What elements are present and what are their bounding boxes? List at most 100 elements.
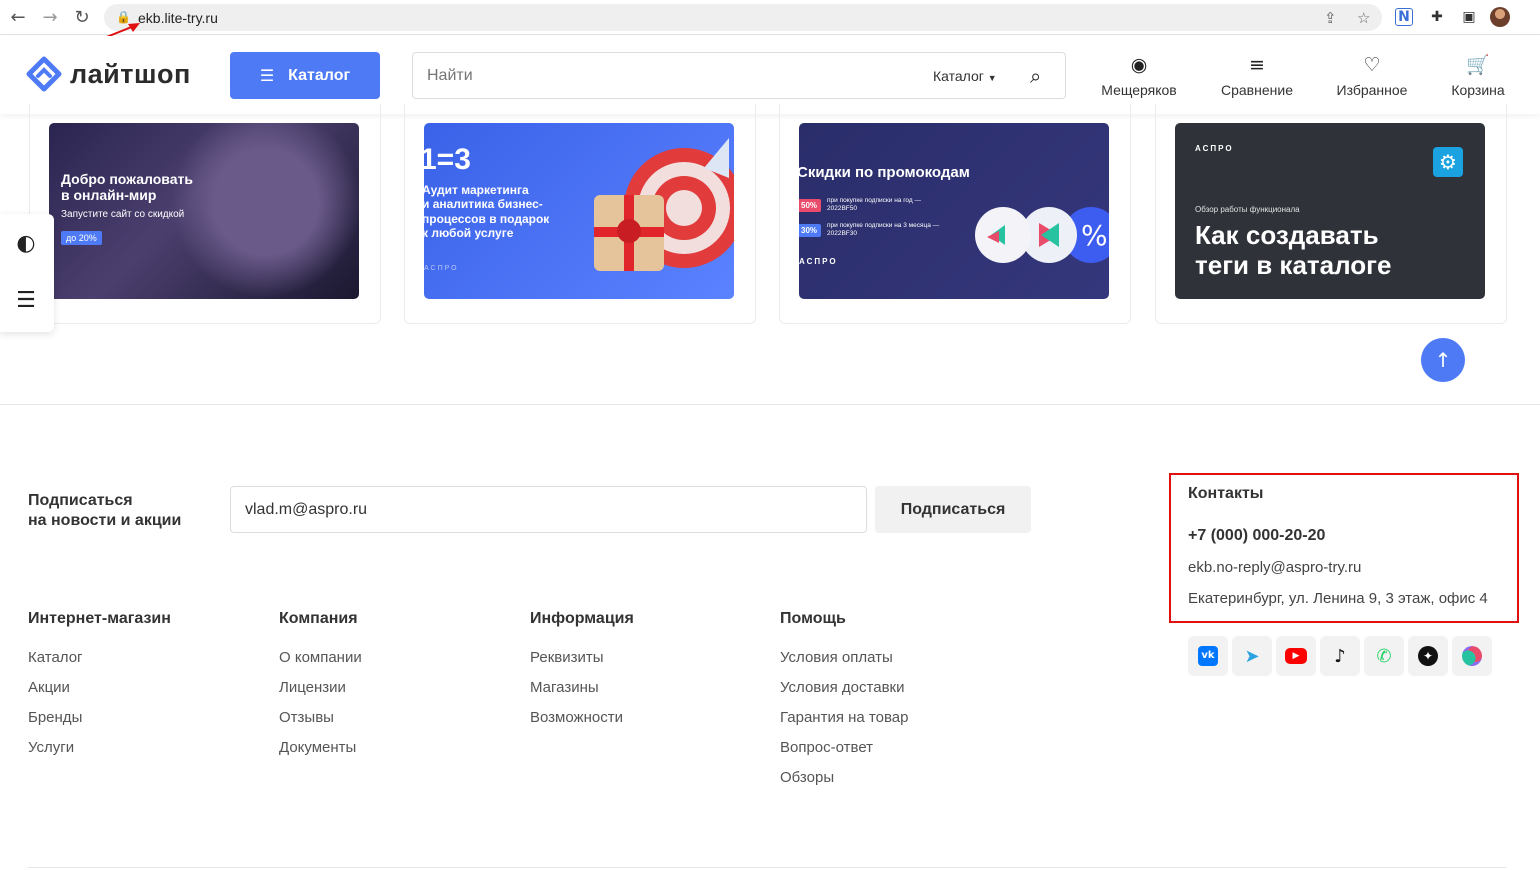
search-bar: Каталог ▼ ⌕ [412, 52, 1066, 99]
banner-audit[interactable]: 1=3 Аудит маркетинга и аналитика бизнес-… [424, 123, 734, 299]
header-account[interactable]: ◉ Мещеряков [1098, 54, 1180, 98]
catalog-button[interactable]: ☰ Каталог [230, 52, 380, 99]
subscribe-label: Подписаться на новости и акции [28, 491, 181, 531]
footer-link[interactable]: Документы [279, 739, 362, 769]
bookmark-star-icon[interactable]: ☆ [1357, 9, 1370, 27]
footer-bottom-divider [28, 867, 1506, 868]
footer-link[interactable]: Бренды [28, 709, 171, 739]
side-panel-icon[interactable]: ▣ [1458, 6, 1480, 28]
banner-tags[interactable]: АСПРО ⚙ Обзор работы функционала Как соз… [1175, 123, 1485, 299]
footer-column-title[interactable]: Компания [279, 610, 362, 628]
heart-icon: ♡ [1363, 54, 1381, 76]
banner-2-line4: к любой услуге [424, 226, 514, 241]
footer-link[interactable]: Акции [28, 679, 171, 709]
banner-2-line3: процессов в подарок [424, 211, 550, 226]
footer-link[interactable]: Услуги [28, 739, 171, 769]
footer-link[interactable]: Возможности [530, 709, 634, 739]
footer-column-title[interactable]: Помощь [780, 610, 908, 628]
logo-text: лайтшоп [70, 58, 191, 89]
banner-1-title: Добро пожаловать в онлайн-мир [61, 171, 193, 203]
footer-link[interactable]: Лицензии [279, 679, 362, 709]
back-icon[interactable]: ← [6, 6, 30, 30]
social-links: vk ➤ ▶ ♪ ✆ ✦ [1188, 636, 1492, 676]
extensions-puzzle-icon[interactable]: ✚ [1426, 6, 1448, 28]
target-gift-illustration [594, 138, 734, 271]
caret-down-icon: ▼ [987, 73, 997, 83]
forward-icon[interactable]: → [38, 6, 62, 30]
search-input[interactable] [427, 67, 907, 85]
banner-card-3[interactable]: Скидки по промокодам 50% при покупке под… [779, 104, 1131, 324]
footer-column-help: Помощь Условия оплаты Условия доставки Г… [780, 610, 908, 799]
banner-1-badge: до 20% [61, 231, 102, 245]
footer-column-title[interactable]: Информация [530, 610, 634, 628]
whatsapp-icon[interactable]: ✆ [1364, 636, 1404, 676]
banner-2-text: Аудит маркетинга и аналитика бизнес- про… [424, 183, 549, 241]
user-icon: ◉ [1130, 54, 1148, 76]
banner-3-brand: АСПРО [799, 257, 838, 266]
side-floating-panel: ◐ ☰ [0, 214, 54, 332]
banner-3-promo1-text: при покупке подписки на год — 2022BF50 [827, 197, 922, 213]
banner-card-2[interactable]: 1=3 Аудит маркетинга и аналитика бизнес-… [404, 104, 756, 324]
vk-icon[interactable]: vk [1188, 636, 1228, 676]
banner-4-brand: АСПРО [1195, 144, 1234, 153]
odnoklassniki-icon[interactable] [1452, 636, 1492, 676]
zen-icon[interactable]: ✦ [1408, 636, 1448, 676]
search-icon[interactable]: ⌕ [1030, 64, 1041, 88]
header-favorites[interactable]: ♡ Избранное [1333, 54, 1411, 98]
header-cart-label: Корзина [1451, 82, 1505, 98]
footer-column-shop: Интернет-магазин Каталог Акции Бренды Ус… [28, 610, 171, 769]
footer-link[interactable]: Гарантия на товар [780, 709, 908, 739]
extension-n-icon[interactable]: N [1395, 8, 1413, 26]
subscribe-button[interactable]: Подписаться [875, 486, 1031, 533]
promo-circles-illustration: % [975, 207, 1109, 263]
footer-link[interactable]: Реквизиты [530, 649, 634, 679]
svg-text:%: % [1081, 219, 1108, 252]
subscribe-label-line2: на новости и акции [28, 512, 182, 529]
address-bar[interactable]: 🔒 ekb.lite-try.ru ⇪ ☆ [104, 4, 1382, 31]
tiktok-icon[interactable]: ♪ [1320, 636, 1360, 676]
footer-link[interactable]: Отзывы [279, 709, 362, 739]
banner-3-promo2-text: при покупке подписки на 3 месяца — 2022B… [827, 222, 940, 238]
contacts-phone[interactable]: +7 (000) 000-20-20 [1188, 527, 1325, 545]
banner-3-promo2-pct: 30% [799, 224, 822, 237]
youtube-icon[interactable]: ▶ [1276, 636, 1316, 676]
footer-column-title[interactable]: Интернет-магазин [28, 610, 171, 628]
header-cart[interactable]: 🛒 Корзина [1448, 54, 1508, 98]
scroll-to-top-button[interactable]: ↑ [1421, 338, 1465, 382]
footer-column-company: Компания О компании Лицензии Отзывы Доку… [279, 610, 362, 769]
footer-link[interactable]: Вопрос-ответ [780, 739, 908, 769]
accessibility-icon[interactable]: ◐ [12, 230, 40, 258]
contacts-email[interactable]: ekb.no-reply@aspro-try.ru [1188, 559, 1361, 576]
footer-link[interactable]: Обзоры [780, 769, 908, 799]
banner-welcome[interactable]: Добро пожаловать в онлайн-мир Запустите … [49, 123, 359, 299]
search-scope-select[interactable]: Каталог ▼ [933, 68, 997, 84]
logo-mark-icon [26, 56, 62, 92]
banner-card-1[interactable]: Добро пожаловать в онлайн-мир Запустите … [29, 104, 381, 324]
site-logo[interactable]: лайтшоп [26, 56, 191, 92]
banner-1-title-line1: Добро пожаловать [61, 171, 193, 187]
contacts-title: Контакты [1188, 485, 1264, 502]
footer-link[interactable]: Условия оплаты [780, 649, 908, 679]
banner-promo[interactable]: Скидки по промокодам 50% при покупке под… [799, 123, 1109, 299]
telegram-icon[interactable]: ➤ [1232, 636, 1272, 676]
footer-link[interactable]: Каталог [28, 649, 171, 679]
browser-toolbar: ← → ↻ 🔒 ekb.lite-try.ru ⇪ ☆ N ✚ ▣ [0, 0, 1540, 35]
subscribe-email-input[interactable] [230, 486, 867, 533]
share-icon[interactable]: ⇪ [1324, 9, 1337, 27]
footer-link[interactable]: Магазины [530, 679, 634, 709]
footer-link[interactable]: Условия доставки [780, 679, 908, 709]
compare-icon: ≡ [1249, 54, 1265, 76]
header-compare-label: Сравнение [1221, 82, 1293, 98]
url-text[interactable]: ekb.lite-try.ru [138, 10, 218, 26]
banner-3-title: Скидки по промокодам [799, 164, 970, 181]
arrow-up-icon: ↑ [1434, 348, 1452, 372]
banner-4-title: Как создавать теги в каталоге [1195, 220, 1391, 281]
footer-link[interactable]: О компании [279, 649, 362, 679]
header-compare[interactable]: ≡ Сравнение [1218, 54, 1296, 98]
profile-avatar[interactable] [1490, 7, 1510, 27]
site-header: лайтшоп ☰ Каталог Каталог ▼ ⌕ ◉ Мещеряко… [0, 36, 1540, 114]
banner-card-4[interactable]: АСПРО ⚙ Обзор работы функционала Как соз… [1155, 104, 1507, 324]
banner-2-line1: Аудит маркетинга [424, 183, 529, 197]
settings-sliders-icon[interactable]: ☰ [12, 287, 40, 315]
banner-3-promo1-pct: 50% [799, 199, 822, 212]
